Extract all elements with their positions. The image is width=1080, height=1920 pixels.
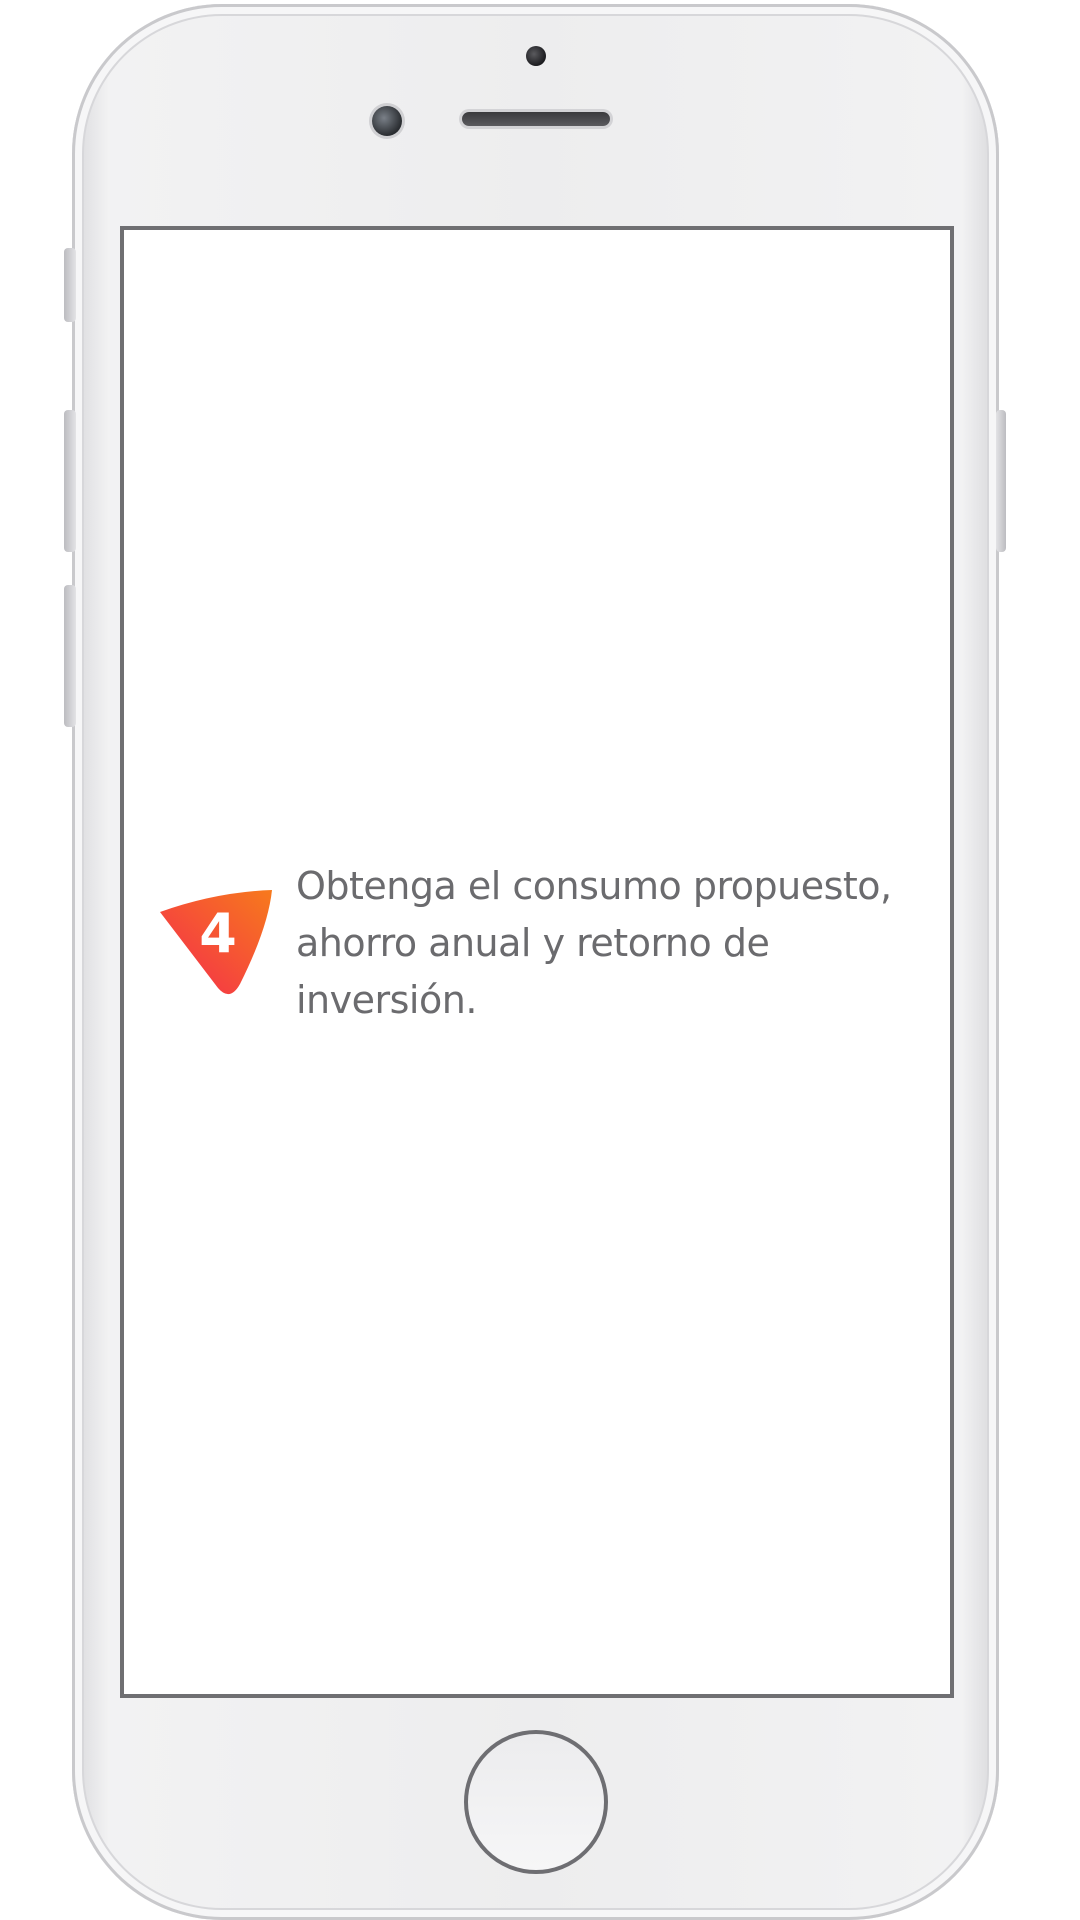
step-number: 4 — [199, 902, 237, 965]
step-badge: 4 — [156, 888, 276, 1000]
earpiece-speaker — [462, 112, 610, 126]
mute-switch — [64, 248, 76, 322]
home-button — [464, 1730, 608, 1874]
step-description: Obtenga el consumo propuesto, ahorro anu… — [296, 864, 892, 1022]
power-button — [996, 410, 1006, 552]
front-camera — [526, 46, 546, 66]
volume-down-button — [64, 585, 76, 727]
proximity-sensor — [372, 106, 402, 136]
volume-up-button — [64, 410, 76, 552]
